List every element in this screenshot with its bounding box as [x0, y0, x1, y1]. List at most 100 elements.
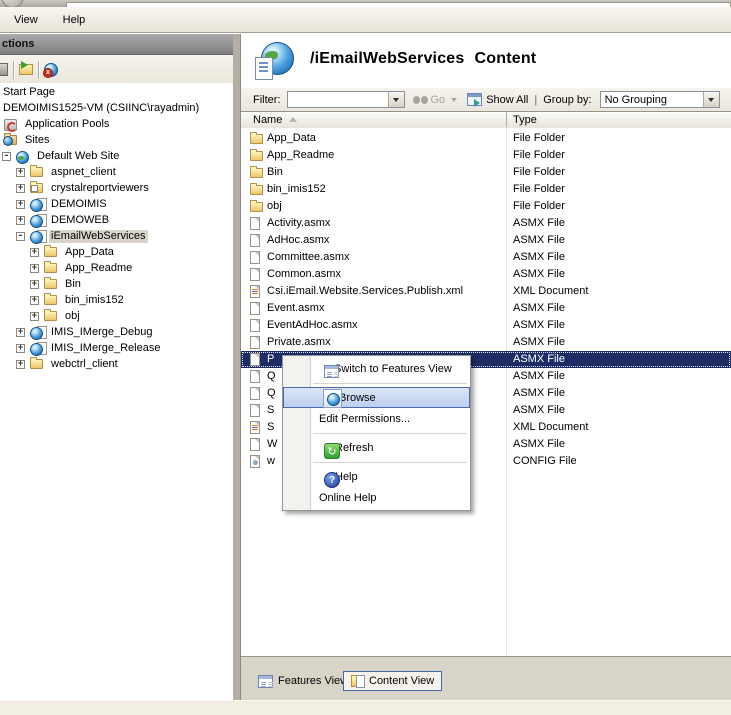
file-type: ASMX File — [513, 234, 565, 247]
expand-icon[interactable]: + — [30, 280, 39, 289]
menu-item-label: Edit Permissions... — [319, 413, 410, 425]
tree-item[interactable]: +IMIS_IMerge_Debug — [0, 325, 233, 341]
tab-features-view[interactable]: Features View — [251, 671, 355, 691]
tree-item[interactable]: DEMOIMIS1525-VM (CSIINC\rayadmin) — [0, 101, 233, 117]
file-row[interactable]: Event.asmxASMX File — [241, 300, 731, 317]
expand-icon[interactable]: + — [16, 184, 25, 193]
expand-icon[interactable]: + — [16, 168, 25, 177]
page-file-icon — [250, 302, 260, 315]
tree-item[interactable]: +webctrl_client — [0, 357, 233, 373]
file-row[interactable]: AdHoc.asmxASMX File — [241, 232, 731, 249]
back-button-icon[interactable] — [1, 0, 24, 7]
menu-item-edit-permissions[interactable]: Edit Permissions... — [283, 408, 470, 429]
expand-icon[interactable]: + — [30, 312, 39, 321]
iis-manager-window: View Help ctions Start PageDEMOIMIS1525-V… — [0, 0, 731, 715]
tree-item[interactable]: +obj — [0, 309, 233, 325]
page-title-suffix: Content — [475, 50, 537, 67]
menu-view[interactable]: View — [9, 12, 43, 28]
menu-item-switch-to-features-view[interactable]: Switch to Features View — [283, 358, 470, 379]
menu-item-browse[interactable]: Browse — [283, 387, 470, 408]
tree-item[interactable]: + bin_imis152 — [0, 293, 233, 309]
expand-icon[interactable]: + — [16, 360, 25, 369]
create-connection-icon[interactable] — [19, 64, 33, 75]
file-type: ASMX File — [513, 387, 565, 400]
expand-icon[interactable]: + — [16, 216, 25, 225]
column-header-name[interactable]: Name — [241, 112, 507, 127]
tab-content-view[interactable]: Content View — [343, 671, 442, 691]
file-row[interactable]: App_DataFile Folder — [241, 130, 731, 147]
folder-icon — [44, 311, 57, 321]
xml-file-icon — [250, 421, 260, 434]
menu-item-refresh[interactable]: Refresh — [283, 437, 470, 458]
expand-icon[interactable]: + — [16, 200, 25, 209]
help-icon — [324, 472, 340, 488]
tree-item[interactable]: -Default Web Site — [0, 149, 233, 165]
file-row[interactable]: Common.asmxASMX File — [241, 266, 731, 283]
tree-item[interactable]: -iEmailWebServices — [0, 229, 233, 245]
expand-icon[interactable]: + — [30, 296, 39, 305]
tree-item-label: DEMOIMIS1525-VM (CSIINC\rayadmin) — [1, 102, 201, 115]
file-row[interactable]: Private.asmxASMX File — [241, 334, 731, 351]
file-type: CONFIG File — [513, 455, 577, 468]
group-by-dropdown-button[interactable] — [703, 92, 719, 107]
content-page-header: /iEmailWebServices Content — [241, 34, 731, 88]
tree-item[interactable]: +crystalreportviewers — [0, 181, 233, 197]
tree-item[interactable]: +aspnet_client — [0, 165, 233, 181]
expand-icon[interactable]: + — [16, 328, 25, 337]
folder-file-icon — [250, 151, 263, 161]
xml-file-icon — [250, 285, 260, 298]
group-by-select[interactable]: No Grouping — [600, 91, 720, 108]
tree-item[interactable]: Application Pools — [0, 117, 233, 133]
filter-input[interactable] — [287, 91, 405, 108]
web-application-icon — [30, 198, 47, 212]
file-row[interactable]: EventAdHoc.asmxASMX File — [241, 317, 731, 334]
connections-toolbar — [0, 55, 233, 85]
features-view-icon — [258, 675, 273, 688]
file-row[interactable]: Activity.asmxASMX File — [241, 215, 731, 232]
connections-panel: ctions Start PageDEMOIMIS1525-VM (CSIINC… — [0, 34, 233, 697]
file-row[interactable]: BinFile Folder — [241, 164, 731, 181]
page-file-icon — [250, 336, 260, 349]
file-row[interactable]: bin_imis152File Folder — [241, 181, 731, 198]
page-file-icon — [250, 251, 260, 264]
tree-item[interactable]: +DEMOIMIS — [0, 197, 233, 213]
tree-item[interactable]: +DEMOWEB — [0, 213, 233, 229]
file-type: ASMX File — [513, 251, 565, 264]
expand-icon[interactable]: + — [30, 264, 39, 273]
file-row[interactable]: Committee.asmxASMX File — [241, 249, 731, 266]
web-application-icon — [30, 214, 47, 228]
expand-icon[interactable]: + — [16, 344, 25, 353]
go-dropdown-icon — [451, 98, 457, 105]
file-name: w — [267, 455, 275, 468]
collapse-icon[interactable]: - — [2, 152, 11, 161]
tree-item[interactable]: +App_Data — [0, 245, 233, 261]
file-type: ASMX File — [513, 404, 565, 417]
column-header-type[interactable]: Type — [507, 112, 731, 127]
tree-item[interactable]: Start Page — [0, 85, 233, 101]
disconnect-icon[interactable] — [44, 63, 58, 77]
menu-help[interactable]: Help — [58, 12, 91, 28]
tree-item[interactable]: Sites — [0, 133, 233, 149]
menu-item-online-help[interactable]: Online Help — [283, 487, 470, 508]
file-type: ASMX File — [513, 438, 565, 451]
file-name: Event.asmx — [267, 302, 324, 315]
tree-item[interactable]: +Bin — [0, 277, 233, 293]
tree-item[interactable]: +App_Readme — [0, 261, 233, 277]
save-icon[interactable] — [0, 63, 8, 76]
file-row[interactable]: objFile Folder — [241, 198, 731, 215]
filter-dropdown-button[interactable] — [388, 92, 404, 107]
expand-icon[interactable]: + — [30, 248, 39, 257]
file-row[interactable]: Csi.iEmail.Website.Services.Publish.xmlX… — [241, 283, 731, 300]
file-row[interactable]: App_ReadmeFile Folder — [241, 147, 731, 164]
show-all-icon[interactable] — [467, 93, 482, 106]
page-title-path: /iEmailWebServices — [310, 50, 465, 67]
tree-item-label: bin_imis152 — [63, 294, 126, 307]
web-application-icon — [30, 342, 47, 356]
menu-item-help[interactable]: Help — [283, 466, 470, 487]
tree-item-label: Sites — [23, 134, 51, 147]
panel-splitter[interactable] — [233, 34, 240, 700]
show-all-button[interactable]: Show All — [486, 94, 528, 106]
file-type: File Folder — [513, 166, 565, 179]
collapse-icon[interactable]: - — [16, 232, 25, 241]
tree-item[interactable]: +IMIS_IMerge_Release — [0, 341, 233, 357]
